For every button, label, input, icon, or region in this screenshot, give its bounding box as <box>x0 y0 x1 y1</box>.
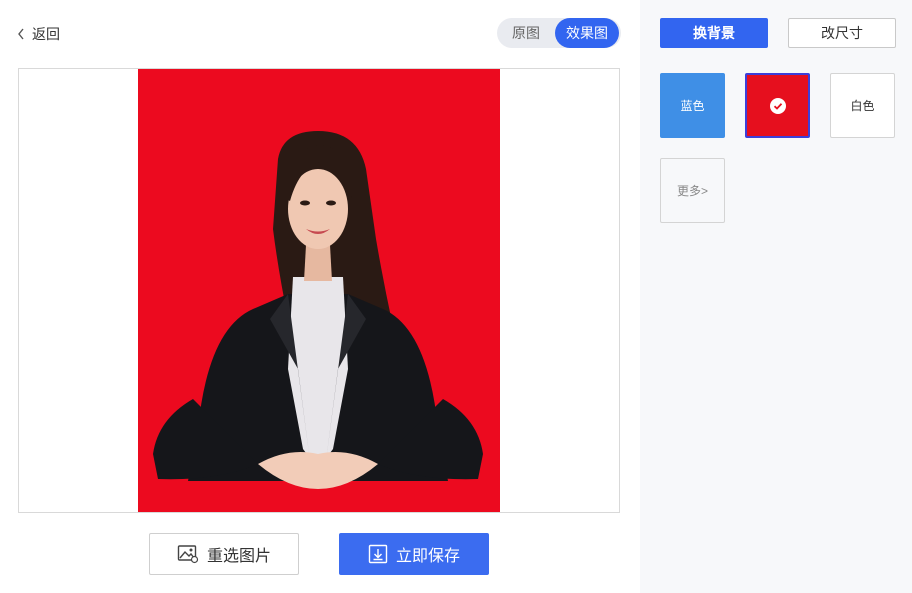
reselect-image-button[interactable]: 重选图片 <box>149 533 299 575</box>
tab-change-background[interactable]: 换背景 <box>660 18 768 48</box>
toggle-effect[interactable]: 效果图 <box>555 18 619 48</box>
toggle-original[interactable]: 原图 <box>497 18 555 48</box>
view-toggle: 原图 效果图 <box>497 18 621 48</box>
check-circle-icon <box>769 97 786 114</box>
chevron-left-icon <box>18 28 24 40</box>
color-swatch-blue[interactable]: 蓝色 <box>660 73 725 138</box>
reselect-label: 重选图片 <box>206 548 271 565</box>
photo-preview-frame <box>18 68 620 513</box>
download-icon <box>368 544 388 564</box>
back-button[interactable]: 返回 <box>16 24 60 44</box>
save-button[interactable]: 立即保存 <box>339 533 489 575</box>
color-swatch-white[interactable]: 白色 <box>830 73 895 138</box>
editor-area: 返回 原图 效果图 重选图片 立即保存 <box>0 0 640 593</box>
tab-change-size[interactable]: 改尺寸 <box>788 18 896 48</box>
image-icon <box>177 545 199 564</box>
back-label: 返回 <box>32 26 60 42</box>
more-colors-button[interactable]: 更多> <box>660 158 725 223</box>
side-panel: 换背景 改尺寸 蓝色 白色 更多> <box>640 0 912 593</box>
id-photo <box>138 69 500 512</box>
portrait-image <box>138 69 500 512</box>
color-swatch-red[interactable] <box>745 73 810 138</box>
save-label: 立即保存 <box>395 548 460 565</box>
